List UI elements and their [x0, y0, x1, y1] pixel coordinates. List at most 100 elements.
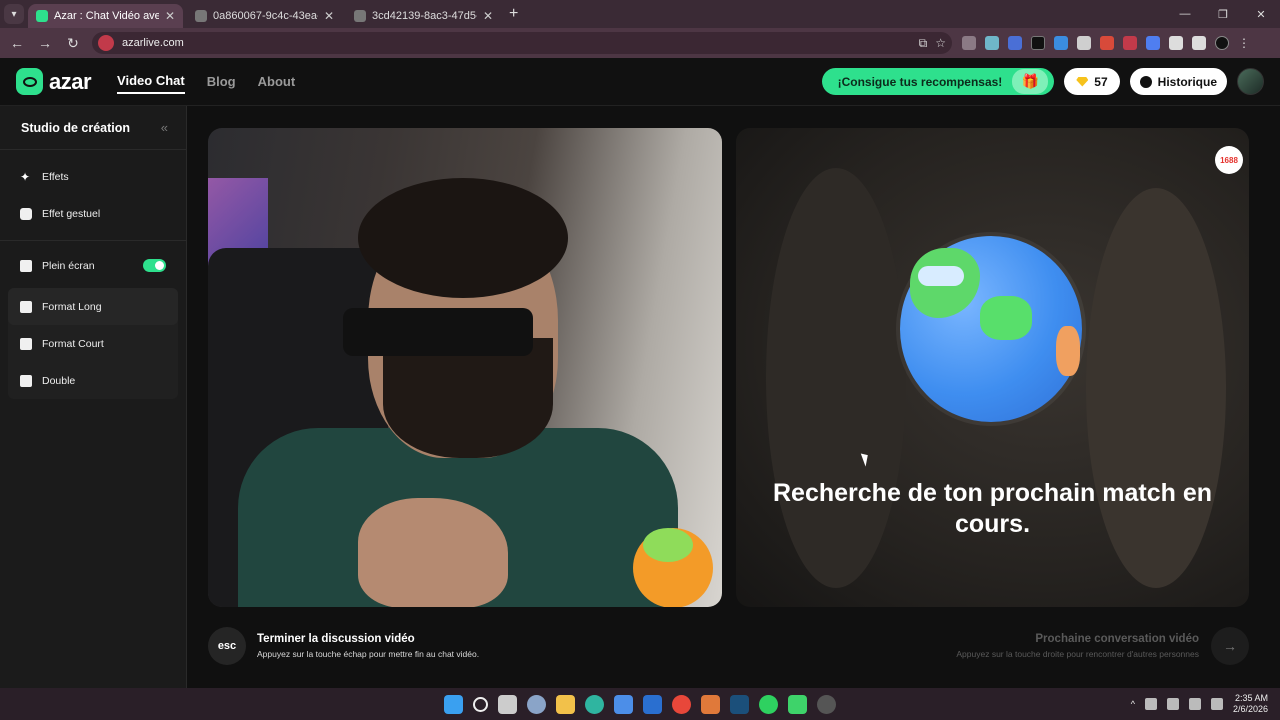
fullscreen-toggle[interactable]	[143, 259, 166, 272]
sidebar-item-label: Effets	[42, 170, 69, 183]
clock-icon	[1139, 75, 1152, 88]
extension-icon[interactable]	[1100, 36, 1114, 50]
tray-chevron-icon[interactable]: ^	[1131, 699, 1135, 709]
minimize-icon[interactable]: —	[1166, 0, 1204, 28]
browser-tab-3[interactable]: 3cd42139-8ac3-47d5-9525-5c ✕	[346, 4, 501, 28]
gems-count: 57	[1094, 74, 1108, 89]
obs-icon[interactable]	[817, 694, 836, 714]
address-bar-row: ← → ↻ azarlive.com ⧉ ☆ ⋮	[0, 28, 1280, 58]
floating-extension-badge[interactable]: 1688	[1215, 146, 1243, 174]
site-info-icon[interactable]	[98, 35, 114, 51]
magic-wand-icon: ✦	[20, 169, 31, 184]
sidebar-item-effects[interactable]: ✦ Effets	[0, 158, 186, 195]
sidebar-item-format-long[interactable]: Format Long	[8, 288, 178, 325]
person-beard	[383, 338, 553, 458]
sidebar-item-fullscreen: Plein écran	[0, 247, 186, 284]
gesture-icon	[20, 207, 32, 220]
file-explorer-icon[interactable]	[556, 694, 575, 714]
sidebar-item-gesture-effect[interactable]: Effet gestuel	[0, 195, 186, 232]
layout-double-icon	[20, 374, 32, 387]
display-section: Plein écran Format Long Format Court Dou…	[0, 241, 186, 399]
user-avatar[interactable]	[1237, 68, 1264, 95]
settings-icon[interactable]	[527, 694, 546, 714]
browser-tab-bar: ▾ Azar : Chat Vidéo avec de n ✕ 0a860067…	[0, 0, 1280, 28]
forward-icon[interactable]: →	[36, 35, 54, 51]
gem-icon	[1076, 76, 1089, 87]
task-view-icon[interactable]	[498, 694, 517, 714]
spotify-icon[interactable]	[759, 694, 778, 714]
searching-message: Recherche de ton prochain match en cours…	[773, 479, 1212, 538]
app-icon[interactable]	[788, 694, 807, 714]
azar-logo[interactable]: azar	[16, 68, 92, 95]
search-icon[interactable]	[473, 696, 488, 712]
site-header: azar Video Chat Blog About ¡Consigue tus…	[0, 58, 1280, 106]
tab-search-button[interactable]: ▾	[4, 4, 24, 24]
extension-icon[interactable]	[985, 36, 999, 50]
extension-icon[interactable]	[1054, 36, 1068, 50]
partner-video-searching: Recherche de ton prochain match en cours…	[736, 128, 1249, 607]
profile-icon[interactable]	[1215, 36, 1229, 50]
app-icon[interactable]	[701, 694, 720, 714]
sidebar-title: Studio de création	[21, 120, 131, 135]
rewards-button[interactable]: ¡Consigue tus recompensas! 🎁	[821, 68, 1055, 95]
menu-dots-icon[interactable]: ⋮	[1238, 36, 1252, 50]
azar-favicon-icon	[36, 10, 48, 22]
history-button[interactable]: Historique	[1129, 68, 1227, 95]
sidebar-header: Studio de création «	[0, 106, 186, 150]
next-chat-button[interactable]: →	[1211, 627, 1249, 665]
sidebar-item-label: Plein écran	[42, 259, 95, 272]
battery-icon[interactable]	[1210, 698, 1223, 710]
sidebar-item-format-short[interactable]: Format Court	[8, 325, 178, 362]
person-hand	[358, 498, 508, 607]
windows-start-icon[interactable]	[444, 694, 463, 714]
reading-list-icon[interactable]	[1192, 36, 1206, 50]
extension-icon[interactable]	[1146, 36, 1160, 50]
back-icon[interactable]: ←	[8, 35, 26, 51]
video-chat-main: Recherche de ton prochain match en cours…	[187, 106, 1280, 688]
chrome-icon[interactable]	[672, 694, 691, 714]
install-app-icon[interactable]: ⧉	[919, 36, 928, 51]
next-chat-control: Prochaine conversation vidéo Appuyez sur…	[956, 627, 1249, 665]
url-field[interactable]: azarlive.com ⧉ ☆	[92, 32, 952, 54]
nav-blog[interactable]: Blog	[207, 70, 236, 93]
nav-about[interactable]: About	[258, 70, 296, 93]
gems-counter[interactable]: 57	[1064, 68, 1120, 95]
system-tray: ^ 2:35 AM 2/6/2026	[1131, 688, 1268, 720]
layout-short-icon	[20, 337, 32, 350]
nav-video-chat[interactable]: Video Chat	[117, 69, 185, 94]
puzzle-icon[interactable]	[1169, 36, 1183, 50]
close-window-icon[interactable]: ✕	[1242, 0, 1280, 28]
taskbar-clock[interactable]: 2:35 AM 2/6/2026	[1233, 693, 1268, 715]
maximize-icon[interactable]: ❐	[1204, 0, 1242, 28]
clock-time: 2:35 AM	[1234, 693, 1268, 703]
history-label: Historique	[1157, 74, 1217, 89]
close-tab-icon[interactable]: ✕	[165, 9, 175, 23]
browser-tab-2[interactable]: 0a860067-9c4c-43ea-a409-721 ✕	[187, 4, 342, 28]
volume-icon[interactable]	[1188, 698, 1201, 710]
clock-date: 2/6/2026	[1232, 704, 1268, 714]
bookmark-star-icon[interactable]: ☆	[935, 36, 946, 50]
download-icon[interactable]	[1077, 36, 1091, 50]
extension-icon[interactable]	[1031, 36, 1045, 50]
extension-icon[interactable]	[1123, 36, 1137, 50]
store-icon[interactable]	[614, 694, 633, 714]
end-chat-hint: Appuyez sur la touche échap pour mettre …	[257, 649, 480, 659]
next-chat-title: Prochaine conversation vidéo	[1035, 633, 1199, 645]
sidebar-item-double[interactable]: Double	[8, 362, 178, 399]
extension-icon[interactable]	[1008, 36, 1022, 50]
network-icon[interactable]	[1166, 698, 1179, 710]
end-chat-button[interactable]: esc	[208, 627, 246, 665]
close-tab-icon[interactable]: ✕	[324, 9, 334, 23]
collapse-sidebar-icon[interactable]: «	[161, 120, 168, 135]
mail-icon[interactable]	[643, 694, 662, 714]
edge-icon[interactable]	[585, 694, 604, 714]
steam-icon[interactable]	[730, 694, 749, 714]
new-tab-button[interactable]: +	[509, 5, 518, 23]
gift-icon: 🎁	[1012, 69, 1049, 94]
close-tab-icon[interactable]: ✕	[483, 9, 493, 23]
azar-logo-icon	[16, 68, 43, 95]
reload-icon[interactable]: ↻	[64, 35, 82, 52]
extension-icon[interactable]	[962, 36, 976, 50]
microphone-icon[interactable]	[1144, 698, 1157, 710]
browser-tab-azar[interactable]: Azar : Chat Vidéo avec de n ✕	[28, 4, 183, 28]
